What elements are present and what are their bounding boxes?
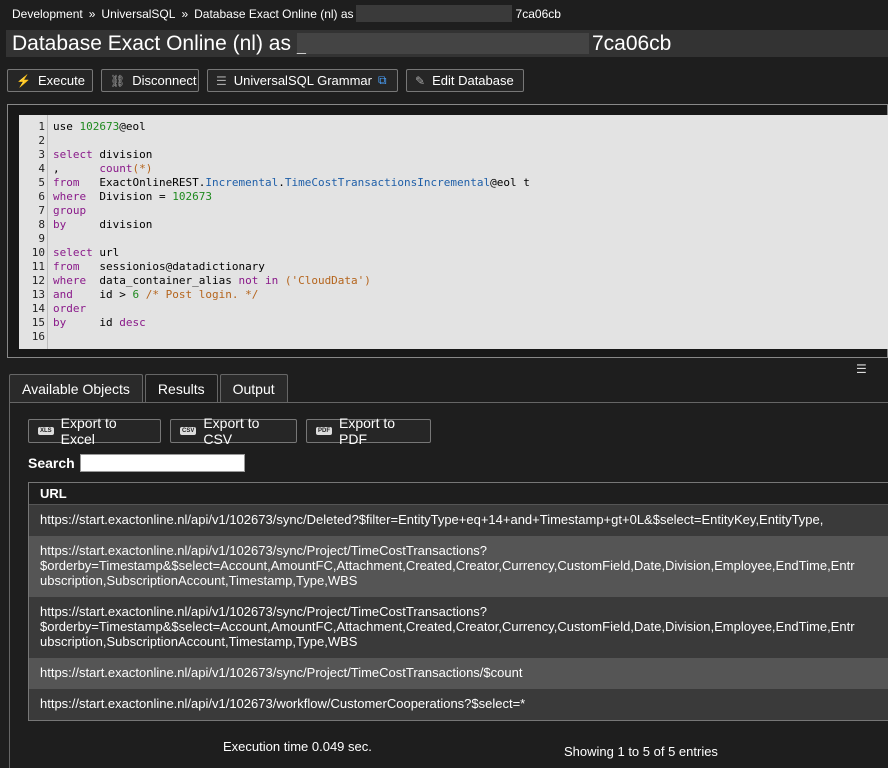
sql-editor[interactable]: 1 use 102673@eol 2 3 select division 4 , co… <box>19 115 888 349</box>
table-row[interactable]: https://start.exactonline.nl/api/v1/1026… <box>29 658 888 689</box>
export-csv-label: Export to CSV <box>203 415 260 447</box>
breadcrumb-database[interactable]: Database Exact Online (nl) as <box>194 7 353 21</box>
line-number: 8 <box>38 218 45 231</box>
code-line: and id > 6 /* Post login. */ <box>53 288 259 301</box>
code-line: group <box>53 204 87 217</box>
line-number: 3 <box>38 148 45 161</box>
breadcrumb-separator: » <box>88 6 96 21</box>
breadcrumb-separator: » <box>181 6 189 21</box>
result-tabs: Available Objects Results Output <box>9 374 290 403</box>
breadcrumb-universalsql[interactable]: UniversalSQL <box>101 7 175 21</box>
table-row[interactable]: https://start.exactonline.nl/api/v1/1026… <box>29 505 888 536</box>
code-line: , count(*) <box>53 162 153 175</box>
csv-icon: CSV <box>180 427 197 435</box>
table-row[interactable]: https://start.exactonline.nl/api/v1/1026… <box>29 597 888 658</box>
edit-database-button[interactable]: ✎ Edit Database <box>406 69 524 92</box>
code-line: select division <box>53 148 153 161</box>
code-line: from sessionios@datadictionary <box>53 260 265 273</box>
grammar-button[interactable]: ☰ UniversalSQL Grammar ⧉ <box>207 69 398 92</box>
column-header-url[interactable]: URL <box>29 483 888 505</box>
code-line: from ExactOnlineREST.Incremental.TimeCos… <box>53 176 530 189</box>
execution-time: Execution time 0.049 sec. <box>223 739 372 754</box>
line-number: 7 <box>38 204 45 217</box>
breadcrumb-development[interactable]: Development <box>12 7 83 21</box>
code-line: where Division = 102673 <box>53 190 212 203</box>
export-excel-label: Export to Excel <box>60 415 117 447</box>
grammar-label: UniversalSQL Grammar <box>233 73 372 88</box>
line-number: 14 <box>31 302 45 315</box>
table-row[interactable]: https://start.exactonline.nl/api/v1/1026… <box>29 689 888 720</box>
external-link-icon: ⧉ <box>377 73 387 87</box>
resize-handle-icon[interactable]: ☰ <box>856 362 867 376</box>
line-number: 10 <box>31 246 45 259</box>
code-line: by id desc <box>53 316 146 329</box>
tab-available-objects[interactable]: Available Objects <box>9 374 143 403</box>
pdf-icon: PDF <box>316 427 332 435</box>
breadcrumb-suffix: 7ca06cb <box>515 6 561 21</box>
line-number: 1 <box>38 120 45 133</box>
redacted-block <box>355 5 512 22</box>
execute-label: Execute <box>37 73 85 88</box>
code-line: order <box>53 302 87 315</box>
line-number: 11 <box>31 260 45 273</box>
results-panel: XLS Export to Excel CSV Export to CSV PD… <box>9 402 888 768</box>
page-title: Database Exact Online (nl) as _ 7ca06cb <box>6 30 888 57</box>
breadcrumb: Development » UniversalSQL » Database Ex… <box>12 5 561 22</box>
export-excel-button[interactable]: XLS Export to Excel <box>28 415 161 447</box>
code-line: use 102673@eol <box>53 120 146 133</box>
line-number: 12 <box>31 274 45 287</box>
search-label: Search <box>28 455 75 471</box>
line-number: 15 <box>31 316 45 329</box>
toolbar: ⚡ Execute ⛓ Disconnect ☰ UniversalSQL Gr… <box>7 69 532 92</box>
results-table: URL https://start.exactonline.nl/api/v1/… <box>28 482 888 721</box>
edit-database-label: Edit Database <box>432 73 514 88</box>
export-csv-button[interactable]: CSV Export to CSV <box>170 415 297 447</box>
page-title-suffix: 7ca06cb <box>591 31 672 55</box>
code-line: by division <box>53 218 153 231</box>
editor-frame: 1 use 102673@eol 2 3 select division 4 , co… <box>7 104 888 358</box>
line-number: 5 <box>38 176 45 189</box>
line-number: 13 <box>31 288 45 301</box>
export-pdf-label: Export to PDF <box>339 415 396 447</box>
tab-results[interactable]: Results <box>144 374 218 403</box>
title-underscore: _ <box>296 38 306 55</box>
tab-output[interactable]: Output <box>219 374 288 403</box>
disconnect-label: Disconnect <box>132 73 197 88</box>
redacted-block: _ <box>296 33 589 55</box>
export-pdf-button[interactable]: PDF Export to PDF <box>306 415 431 447</box>
database-icon: ☰ <box>216 73 227 88</box>
line-number: 16 <box>31 330 45 343</box>
edit-icon: ✎ <box>415 73 426 88</box>
code-line: select url <box>53 246 120 259</box>
line-number: 4 <box>38 162 45 175</box>
code-line: where data_container_alias not in ('Clou… <box>53 274 371 287</box>
table-row[interactable]: https://start.exactonline.nl/api/v1/1026… <box>29 536 888 597</box>
unlink-icon: ⛓ <box>110 73 126 88</box>
line-number: 9 <box>38 232 45 245</box>
showing-entries: Showing 1 to 5 of 5 entries <box>564 744 718 759</box>
page-title-prefix: Database Exact Online (nl) as <box>12 31 291 55</box>
line-number: 2 <box>38 134 45 147</box>
execute-button[interactable]: ⚡ Execute <box>7 69 93 92</box>
disconnect-button[interactable]: ⛓ Disconnect <box>101 69 199 92</box>
xls-icon: XLS <box>38 427 54 435</box>
bolt-icon: ⚡ <box>16 73 31 88</box>
search-input[interactable] <box>80 454 245 472</box>
line-number: 6 <box>38 190 45 203</box>
